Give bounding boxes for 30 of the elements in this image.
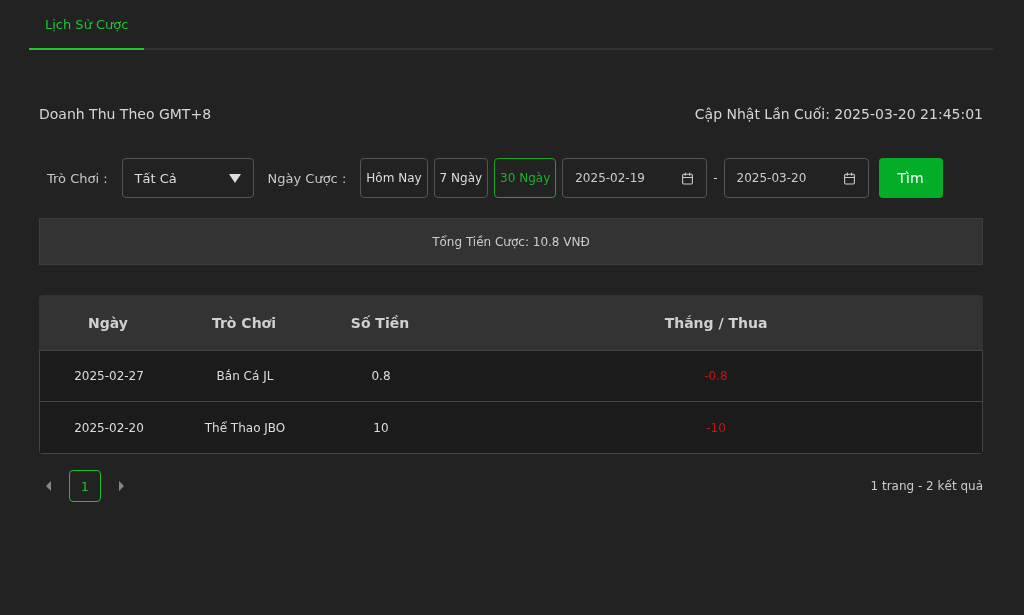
section-title: Doanh Thu Theo GMT+8 [39, 106, 212, 122]
table-cell-text: 10 [372, 420, 390, 435]
caret-icon [228, 173, 241, 183]
range-button[interactable]: 7 Ngày [433, 158, 489, 198]
tab[interactable]: Lịch Sử Cược [29, 0, 145, 50]
page-button[interactable]: 1 [69, 470, 101, 502]
column-header: Trò Chơi [210, 314, 278, 331]
column-header: Thắng / Thua [663, 314, 769, 331]
column-header: Số Tiền [349, 314, 411, 331]
date-field[interactable]: 2025-02-19 [562, 158, 708, 198]
total-bet-summary: Tổng Tiền Cược: 10.8 VNĐ [39, 218, 983, 265]
game-dropdown[interactable]: Tất Cả [121, 158, 254, 198]
filter-label: Ngày Cược : [266, 170, 348, 186]
range-button[interactable]: Hôm Nay [360, 158, 428, 198]
column-header: Ngày [87, 314, 129, 331]
table-cell-text: -10 [705, 420, 727, 435]
pagination-info: 1 trang - 2 kết quả [870, 479, 983, 493]
date-separator: - [713, 171, 718, 185]
calendar-icon [842, 171, 856, 185]
table-cell-text: -0.8 [703, 369, 729, 383]
table-cell-text: Bắn Cá JL [215, 369, 275, 383]
table-cell-text: 2025-02-27 [73, 369, 145, 383]
last-updated: Cập Nhật Lần Cuối: 2025-03-20 21:45:01 [694, 106, 983, 122]
range-button[interactable]: 30 Ngày [494, 158, 557, 198]
table-cell-text: 2025-02-20 [73, 420, 145, 435]
calendar-icon [681, 171, 695, 185]
table-cell-text: Thể Thao JBO [203, 420, 287, 435]
date-field[interactable]: 2025-03-20 [723, 158, 869, 198]
filter-label: Trò Chơi : [46, 170, 109, 186]
table-cell-text: 0.8 [370, 369, 392, 383]
